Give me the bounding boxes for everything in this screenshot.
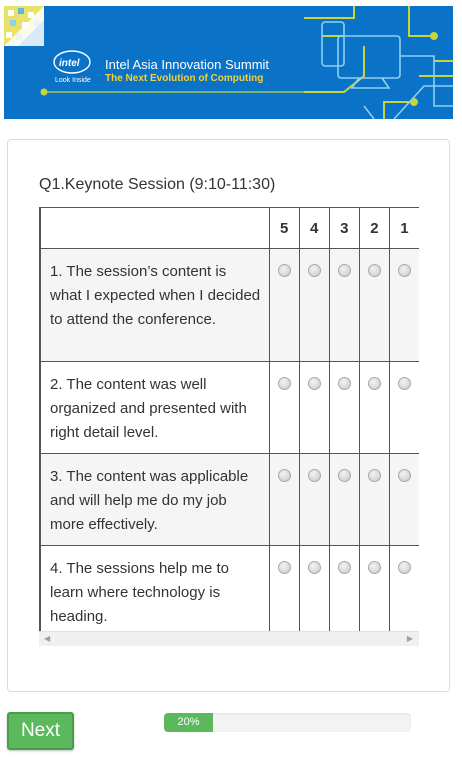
rating-cell <box>268 453 300 546</box>
column-header-4: 4 <box>298 207 330 249</box>
radio-row1-1[interactable] <box>397 264 411 277</box>
rating-cell <box>358 361 390 454</box>
matrix-header-row: 5 4 3 2 1 <box>40 207 419 249</box>
rating-matrix: 5 4 3 2 1 1. The session’s content is wh… <box>40 207 419 638</box>
radio-row4-5[interactable] <box>277 561 291 574</box>
next-button[interactable]: Next <box>7 712 74 750</box>
column-header-3: 3 <box>328 207 360 249</box>
rating-cell <box>358 453 390 546</box>
rating-cell <box>328 545 360 638</box>
statement-text: 2. The content was well organized and pr… <box>40 361 270 454</box>
radio-row2-4[interactable] <box>307 377 321 390</box>
radio-row1-3[interactable] <box>337 264 351 277</box>
logo-tagline: Look Inside <box>55 77 91 84</box>
radio-row1-2[interactable] <box>367 264 381 277</box>
radio-row4-1[interactable] <box>397 561 411 574</box>
banner-title: Intel Asia Innovation Summit <box>105 57 270 72</box>
rating-cell <box>388 248 419 362</box>
matrix-row-3: 3. The content was applicable and will h… <box>40 453 419 546</box>
rating-cell <box>388 361 419 454</box>
radio-row3-5[interactable] <box>277 469 291 482</box>
rating-cell <box>328 361 360 454</box>
radio-row4-4[interactable] <box>307 561 321 574</box>
radio-row2-1[interactable] <box>397 377 411 390</box>
banner-subtitle: The Next Evolution of Computing <box>105 73 264 84</box>
statement-text: 3. The content was applicable and will h… <box>40 453 270 546</box>
question-title: Q1.Keynote Session (9:10-11:30) <box>39 176 276 193</box>
rating-matrix-scroll-area[interactable]: 5 4 3 2 1 1. The session’s content is wh… <box>39 207 419 645</box>
rating-cell <box>328 248 360 362</box>
column-header-1: 1 <box>388 207 419 249</box>
horizontal-scrollbar[interactable]: ◀ ▶ <box>39 631 419 646</box>
rating-cell <box>358 545 390 638</box>
question-panel: Q1.Keynote Session (9:10-11:30) 5 4 3 2 … <box>7 139 450 692</box>
chevron-right-icon[interactable]: ▶ <box>407 634 413 643</box>
rating-cell <box>388 453 419 546</box>
matrix-row-1: 1. The session’s content is what I expec… <box>40 248 419 362</box>
banner-text: Intel Asia Innovation Summit The Next Ev… <box>105 57 269 86</box>
chevron-left-icon[interactable]: ◀ <box>44 634 50 643</box>
matrix-corner-cell <box>40 207 270 249</box>
column-header-5: 5 <box>268 207 300 249</box>
rating-cell <box>388 545 419 638</box>
rating-cell <box>268 545 300 638</box>
rating-cell <box>268 361 300 454</box>
radio-row3-3[interactable] <box>337 469 351 482</box>
intel-logo: intel <box>59 58 80 69</box>
radio-row2-5[interactable] <box>277 377 291 390</box>
rating-cell <box>298 248 330 362</box>
rating-cell <box>298 453 330 546</box>
radio-row4-2[interactable] <box>367 561 381 574</box>
rating-cell <box>298 545 330 638</box>
progress-label: 20% <box>177 716 200 728</box>
statement-text: 1. The session’s content is what I expec… <box>40 248 270 362</box>
radio-row3-4[interactable] <box>307 469 321 482</box>
rating-cell <box>268 248 300 362</box>
radio-row4-3[interactable] <box>337 561 351 574</box>
radio-row3-1[interactable] <box>397 469 411 482</box>
statement-text: 4. The sessions help me to learn where t… <box>40 545 270 638</box>
radio-row2-3[interactable] <box>337 377 351 390</box>
radio-row1-5[interactable] <box>277 264 291 277</box>
radio-row3-2[interactable] <box>367 469 381 482</box>
column-header-2: 2 <box>358 207 390 249</box>
rating-cell <box>328 453 360 546</box>
radio-row1-4[interactable] <box>307 264 321 277</box>
matrix-row-4: 4. The sessions help me to learn where t… <box>40 545 419 638</box>
rating-cell <box>358 248 390 362</box>
matrix-row-2: 2. The content was well organized and pr… <box>40 361 419 454</box>
radio-row2-2[interactable] <box>367 377 381 390</box>
pixel-tiles-graphic <box>4 6 44 46</box>
progress-bar: 20% <box>164 713 411 732</box>
rating-cell <box>298 361 330 454</box>
event-banner: intel Look Inside Intel Asia Innovation … <box>4 6 453 119</box>
